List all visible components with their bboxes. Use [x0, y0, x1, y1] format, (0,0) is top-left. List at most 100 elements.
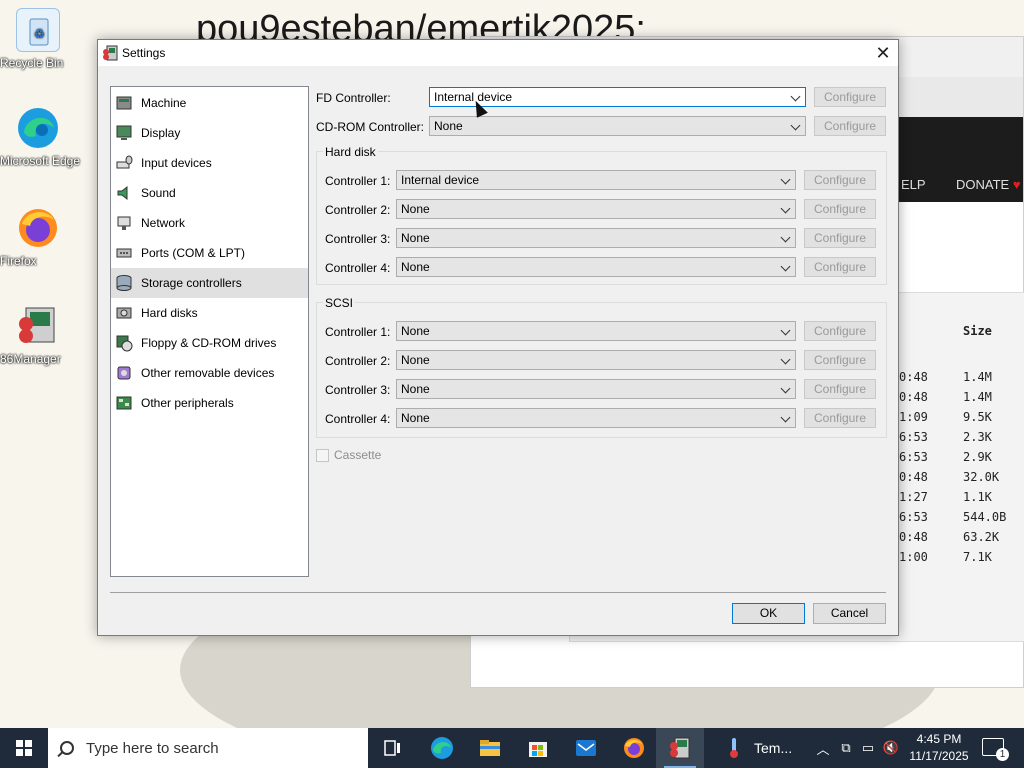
scsi-controller-4-select[interactable]: None: [396, 408, 796, 428]
file-row: 1:00 7.1K: [899, 550, 992, 564]
edge-icon: [16, 106, 60, 150]
chevron-down-icon: [790, 91, 801, 102]
taskbar: Type here to search Tem... ︿ ⧉ ▭ 🔇 4:45 …: [0, 728, 1024, 768]
meet-now-button[interactable]: ⧉: [836, 728, 856, 768]
fd-controller-label: FD Controller:: [316, 91, 391, 105]
notification-count-badge: 1: [996, 748, 1009, 761]
hd-controller-3-configure-button[interactable]: Configure: [804, 228, 876, 248]
scsi-controller-3-label: Controller 3:: [325, 383, 391, 397]
svg-text:♻: ♻: [34, 27, 45, 41]
taskbar-clock[interactable]: 4:45 PM 11/17/2025: [900, 731, 978, 765]
desktop-icon-label: Firefox: [0, 254, 37, 268]
hd-controller-2-select[interactable]: None: [396, 199, 796, 219]
thermometer-icon: [730, 738, 738, 758]
hd-controller-4-select[interactable]: None: [396, 257, 796, 277]
clock-time: 4:45 PM: [916, 732, 962, 746]
chevron-down-icon: [780, 174, 791, 185]
nav-item-machine[interactable]: Machine: [111, 88, 308, 118]
taskbar-weather[interactable]: Tem...: [712, 728, 792, 768]
cancel-button[interactable]: Cancel: [813, 603, 886, 624]
chevron-up-icon: ︿: [816, 741, 830, 757]
scsi-controller-1-configure-button[interactable]: Configure: [804, 321, 876, 341]
hd-controller-1-select[interactable]: Internal device: [396, 170, 796, 190]
file-size: 2.9K: [963, 450, 992, 464]
nav-item-hard-disks[interactable]: Hard disks: [111, 298, 308, 328]
fd-controller-configure-button[interactable]: Configure: [814, 87, 886, 107]
86box-manager-icon: [16, 304, 60, 348]
cassette-checkbox[interactable]: [316, 449, 329, 462]
file-time: 0:48: [899, 470, 928, 484]
nav-item-ports[interactable]: Ports (COM & LPT): [111, 238, 308, 268]
taskbar-firefox[interactable]: [610, 728, 658, 768]
nav-item-label: Sound: [141, 186, 176, 200]
taskbar-outlook[interactable]: [562, 728, 610, 768]
firefox-icon: [16, 206, 60, 250]
chevron-down-icon: [780, 261, 791, 272]
desktop-icon-firefox[interactable]: Firefox: [0, 206, 76, 268]
hd-controller-1-label: Controller 1:: [325, 174, 391, 188]
file-row: 1:27 1.1K: [899, 490, 992, 504]
hard-disk-group-title: Hard disk: [323, 145, 378, 159]
desktop-icon-recycle-bin[interactable]: ♻ Recycle Bin: [0, 8, 76, 70]
scsi-controller-3-select[interactable]: None: [396, 379, 796, 399]
hd-controller-1-configure-button[interactable]: Configure: [804, 170, 876, 190]
taskbar-file-explorer[interactable]: [466, 728, 514, 768]
show-hidden-icons-button[interactable]: ︿: [812, 728, 834, 768]
scsi-controller-1-select[interactable]: None: [396, 321, 796, 341]
nav-item-label: Ports (COM & LPT): [141, 246, 246, 260]
scsi-controller-2-configure-button[interactable]: Configure: [804, 350, 876, 370]
desktop-icon-label: Recycle Bin: [0, 56, 64, 70]
taskbar-86box[interactable]: [656, 728, 704, 768]
network-tray-button[interactable]: ▭: [858, 728, 878, 768]
hd-controller-4-label: Controller 4:: [325, 261, 391, 275]
fd-controller-select[interactable]: Internal device: [429, 87, 806, 107]
nav-item-sound[interactable]: Sound: [111, 178, 308, 208]
dialog-titlebar[interactable]: Settings ✕: [98, 40, 898, 66]
scsi-controller-3-configure-button[interactable]: Configure: [804, 379, 876, 399]
nav-item-other-peripherals[interactable]: Other peripherals: [111, 388, 308, 418]
desktop-icon-edge[interactable]: Microsoft Edge: [0, 106, 80, 168]
chevron-down-icon: [780, 325, 791, 336]
cdrom-controller-configure-button[interactable]: Configure: [814, 116, 886, 136]
settings-category-list[interactable]: Machine Display Input devices Sound Netw…: [110, 86, 309, 577]
file-time: 0:48: [899, 390, 928, 404]
taskbar-store[interactable]: [514, 728, 562, 768]
close-button[interactable]: ✕: [868, 40, 898, 66]
nav-item-input-devices[interactable]: Input devices: [111, 148, 308, 178]
task-view-button[interactable]: [368, 728, 416, 768]
hd-controller-2-configure-button[interactable]: Configure: [804, 199, 876, 219]
site-nav-donate-link[interactable]: DONATE ♥: [956, 177, 1021, 192]
86box-app-icon: [670, 737, 690, 759]
settings-dialog[interactable]: Settings ✕ Machine Display Input devices…: [97, 39, 899, 636]
nav-item-removable-devices[interactable]: Other removable devices: [111, 358, 308, 388]
scsi-controller-2-select[interactable]: None: [396, 350, 796, 370]
nav-item-display[interactable]: Display: [111, 118, 308, 148]
nav-item-network[interactable]: Network: [111, 208, 308, 238]
nav-item-label: Storage controllers: [141, 276, 242, 290]
hd-controller-4-configure-button[interactable]: Configure: [804, 257, 876, 277]
cdrom-controller-value: None: [434, 119, 463, 133]
volume-tray-button[interactable]: 🔇: [880, 728, 902, 768]
recycle-bin-icon: ♻: [16, 8, 60, 52]
notification-center-button[interactable]: 1: [982, 738, 1009, 761]
desktop-icon-86manager[interactable]: 86Manager: [0, 304, 76, 366]
network-tray-icon: ▭: [861, 740, 875, 755]
taskbar-search-box[interactable]: Type here to search: [48, 728, 368, 768]
nav-item-floppy-cdrom[interactable]: Floppy & CD-ROM drives: [111, 328, 308, 358]
site-nav-help-link[interactable]: ELP: [901, 177, 926, 192]
select-value: None: [401, 324, 430, 338]
nav-item-storage-controllers[interactable]: Storage controllers: [111, 268, 308, 298]
close-icon: ✕: [875, 42, 891, 63]
cdrom-controller-select[interactable]: None: [429, 116, 806, 136]
hd-controller-3-select[interactable]: None: [396, 228, 796, 248]
nav-item-label: Hard disks: [141, 306, 198, 320]
scsi-controller-4-configure-button[interactable]: Configure: [804, 408, 876, 428]
taskbar-edge[interactable]: [418, 728, 466, 768]
file-size: 2.3K: [963, 430, 992, 444]
camera-icon: ⧉: [841, 740, 851, 755]
file-time: 1:00: [899, 550, 928, 564]
start-button[interactable]: [0, 728, 48, 768]
cassette-label: Cassette: [334, 448, 382, 462]
storage-controllers-icon: [116, 275, 132, 291]
ok-button[interactable]: OK: [732, 603, 805, 624]
